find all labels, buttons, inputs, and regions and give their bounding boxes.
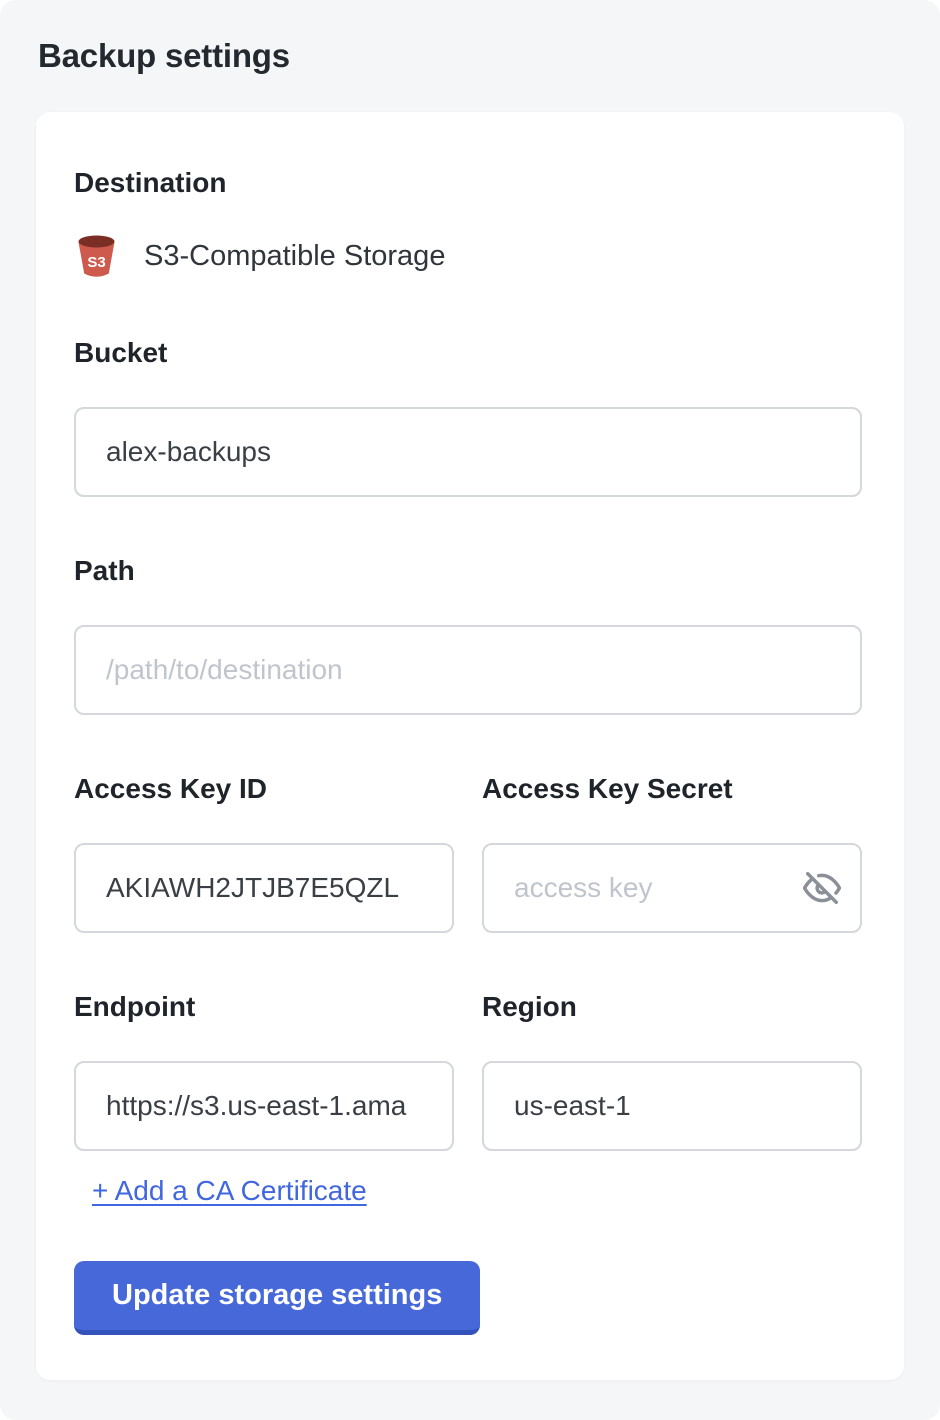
- destination-label: Destination: [74, 166, 864, 199]
- add-ca-certificate-link[interactable]: + Add a CA Certificate: [92, 1175, 367, 1207]
- bucket-label: Bucket: [74, 336, 864, 369]
- path-label: Path: [74, 554, 864, 587]
- access-key-secret-field: [482, 843, 862, 933]
- destination-row: S3 S3-Compatible Storage: [74, 233, 864, 279]
- page-title: Backup settings: [0, 0, 940, 76]
- s3-bucket-icon: S3: [76, 234, 117, 279]
- endpoint-label: Endpoint: [74, 990, 454, 1023]
- access-key-secret-label: Access Key Secret: [482, 772, 862, 805]
- access-key-id-input[interactable]: [74, 843, 454, 933]
- backup-settings-card: Destination S3 S3-Compatible Storage Buc…: [36, 112, 904, 1380]
- eye-off-icon[interactable]: [802, 868, 842, 908]
- endpoint-input[interactable]: [74, 1061, 454, 1151]
- update-storage-settings-button[interactable]: Update storage settings: [74, 1261, 480, 1335]
- svg-text:S3: S3: [87, 254, 105, 271]
- path-input[interactable]: [74, 625, 862, 715]
- region-input[interactable]: [482, 1061, 862, 1151]
- bucket-input[interactable]: [74, 407, 862, 497]
- backup-settings-page: Backup settings Destination S3 S3-Compat…: [0, 0, 940, 1420]
- destination-value: S3-Compatible Storage: [144, 240, 445, 273]
- access-key-id-label: Access Key ID: [74, 772, 454, 805]
- region-label: Region: [482, 990, 862, 1023]
